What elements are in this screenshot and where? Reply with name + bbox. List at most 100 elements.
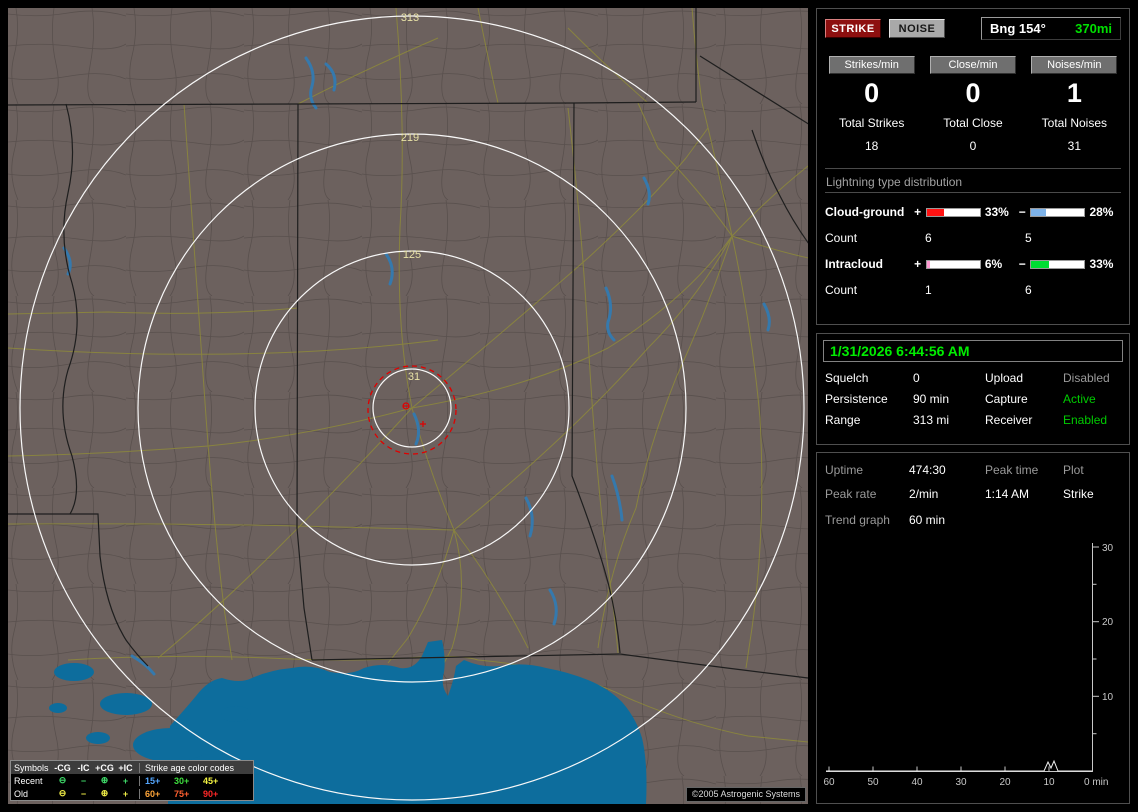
total-strikes-label: Total Strikes [838, 116, 905, 130]
total-noises-label: Total Noises [1041, 116, 1108, 130]
close-per-min-button[interactable]: Close/min [930, 56, 1016, 74]
copyright-label: ©2005 Astrogenic Systems [685, 787, 806, 802]
distribution-title: Lightning type distribution [826, 175, 963, 189]
uptime-stats-grid: Uptime 474:30 Peak time Plot Peak rate 2… [817, 463, 1129, 501]
trend-graph-value: 60 min [909, 513, 946, 527]
neg-cg-recent-icon: ⊖ [58, 775, 67, 785]
x-tick-40: 40 [911, 777, 923, 788]
receiver-status: Enabled [1063, 413, 1108, 427]
count-label: Count [825, 231, 858, 245]
ic-negative-pct: 33% [1089, 257, 1114, 271]
ic-negative-count: 6 [1025, 283, 1032, 297]
strike-statistics-panel: STRIKE NOISE Bng 154° 370mi Strikes/min … [816, 8, 1130, 325]
pos-cg-header: +CG [95, 762, 114, 773]
pos-ic-old-icon: + [122, 788, 129, 799]
cg-positive-bar [925, 207, 981, 217]
trend-axis-labels: 30 20 10 60 50 40 30 20 10 0 min [823, 543, 1113, 788]
legend-recent-row: Recent ⊖ − ⊕ + 15+ 30+ 45+ [11, 774, 253, 787]
intracloud-row: Intracloud + 6% − 33% [825, 251, 1121, 277]
age-codes-header: Strike age color codes [139, 762, 250, 773]
plot-value: Strike [1063, 487, 1094, 501]
noises-per-min-button[interactable]: Noises/min [1031, 56, 1118, 74]
peak-time-value: 1:14 AM [985, 487, 1030, 501]
peak-time-label: Peak time [985, 463, 1039, 477]
plus-sign: + [914, 205, 922, 219]
cg-negative-bar [1030, 207, 1086, 217]
total-noises-value: 31 [1067, 139, 1081, 153]
squelch-label: Squelch [825, 371, 869, 385]
intracloud-count-row: Count 1 6 [825, 277, 1121, 303]
pos-ic-recent-icon: + [122, 775, 129, 786]
cg-negative-pct: 28% [1089, 205, 1114, 219]
neg-ic-recent-icon: − [80, 775, 87, 786]
bearing-distance: 370mi [1075, 21, 1112, 36]
age-75-label: 75+ [174, 788, 190, 799]
map-panel[interactable]: 313 219 125 31 Symbols -CG -IC +CG +IC S… [8, 8, 808, 804]
ic-positive-count: 1 [925, 283, 932, 297]
trend-panel: Uptime 474:30 Peak time Plot Peak rate 2… [816, 452, 1130, 804]
lightning-map[interactable]: 313 219 125 31 [8, 8, 808, 804]
ic-negative-bar [1030, 259, 1086, 269]
old-label: Old [14, 788, 29, 799]
total-close-label: Total Close [943, 116, 1003, 130]
y-tick-10: 10 [1102, 692, 1114, 703]
total-strikes-value: 18 [864, 139, 879, 153]
bearing-display: Bng 154° 370mi [981, 17, 1121, 40]
x-tick-60: 60 [823, 777, 835, 788]
legend-header-row: Symbols -CG -IC +CG +IC Strike age color… [11, 761, 253, 774]
noise-mode-button[interactable]: NOISE [889, 19, 945, 38]
uptime-label: Uptime [825, 463, 864, 477]
pos-ic-header: +IC [118, 762, 133, 773]
uptime-value: 474:30 [909, 463, 946, 477]
total-close-value: 0 [969, 139, 977, 153]
strike-legend: Symbols -CG -IC +CG +IC Strike age color… [10, 760, 254, 801]
noises-per-min-value: 1 [1066, 78, 1082, 108]
strikes-per-min-button[interactable]: Strikes/min [828, 56, 915, 74]
age-30-label: 30+ [174, 775, 190, 786]
trend-axes [826, 543, 1099, 772]
trend-graph: 30 20 10 60 50 40 30 20 10 0 min [823, 543, 1114, 788]
neg-ic-old-icon: − [80, 788, 87, 799]
receiver-label: Receiver [985, 413, 1033, 427]
strikes-per-min-value: 0 [864, 78, 880, 108]
pos-cg-old-icon: ⊕ [100, 788, 109, 798]
plot-label: Plot [1063, 463, 1084, 477]
age-15-label: 15+ [145, 775, 161, 786]
age-60-label: 60+ [145, 788, 161, 799]
cg-negative-count: 5 [1025, 231, 1032, 245]
settings-panel: 1/31/2026 6:44:56 AM Squelch 0 Upload Di… [816, 333, 1130, 445]
divider [825, 192, 1121, 193]
age-90-label: 90+ [203, 788, 219, 799]
strike-mode-button[interactable]: STRIKE [825, 19, 881, 38]
recent-age-codes: 15+ 30+ 45+ [139, 775, 250, 786]
neg-cg-old-icon: ⊖ [58, 788, 67, 798]
cloud-ground-label: Cloud-ground [825, 205, 905, 219]
legend-symbols-header: Symbols [14, 762, 49, 773]
trend-graph-row: Trend graph 60 min [817, 513, 1129, 527]
y-tick-20: 20 [1102, 617, 1114, 628]
minus-sign: − [1018, 257, 1026, 271]
upload-label: Upload [985, 371, 1024, 385]
x-tick-50: 50 [867, 777, 879, 788]
pos-cg-recent-icon: ⊕ [100, 775, 109, 785]
upload-status: Disabled [1063, 371, 1110, 385]
recent-label: Recent [14, 775, 43, 786]
x-tick-30: 30 [955, 777, 967, 788]
trend-graph-label: Trend graph [825, 513, 890, 527]
ic-positive-pct: 6% [984, 257, 1003, 271]
nexstorm-app-window: 313 219 125 31 Symbols -CG -IC +CG +IC S… [0, 0, 1138, 812]
ring-label-125: 125 [403, 249, 421, 261]
settings-grid: Squelch 0 Upload Disabled Persistence 90… [817, 371, 1129, 427]
bearing-value: Bng 154° [990, 21, 1046, 36]
x-tick-10: 10 [1043, 777, 1055, 788]
ic-positive-bar [925, 259, 981, 269]
legend-old-row: Old ⊖ − ⊕ + 60+ 75+ 90+ [11, 787, 253, 800]
persistence-value: 90 min [913, 392, 950, 406]
rate-counters: Strikes/min 0 Total Strikes 18 Close/min… [825, 56, 1121, 153]
cg-positive-pct: 33% [984, 205, 1009, 219]
cg-positive-count: 6 [925, 231, 932, 245]
ring-label-31: 31 [408, 371, 420, 383]
persistence-label: Persistence [825, 392, 888, 406]
y-tick-30: 30 [1102, 543, 1114, 554]
neg-cg-header: -CG [54, 762, 71, 773]
